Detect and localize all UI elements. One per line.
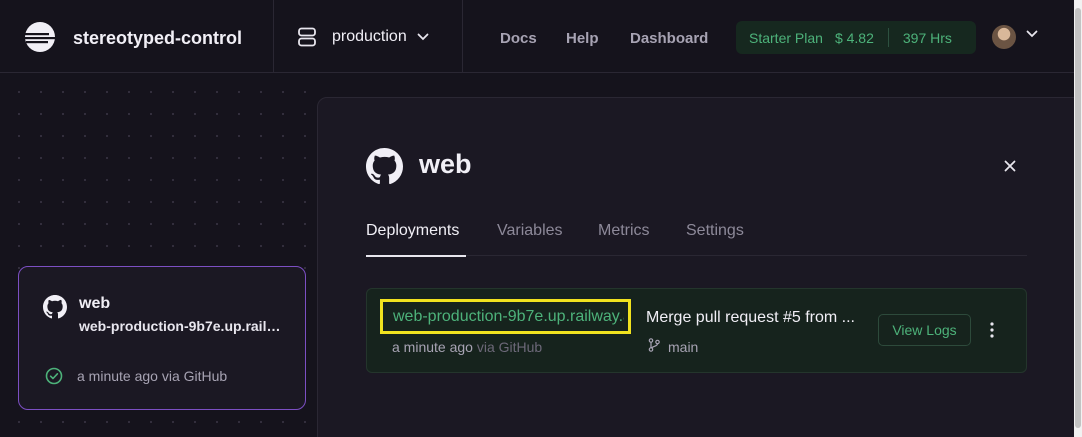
deployment-url-link[interactable]: web-production-9b7e.up.railway.app xyxy=(393,308,624,326)
github-icon xyxy=(43,295,67,319)
deployment-time: a minute ago via GitHub xyxy=(392,339,542,355)
divider xyxy=(462,0,463,73)
plan-cost: $ 4.82 xyxy=(834,29,874,46)
service-card-web[interactable]: web web-production-9b7e.up.railway.app a… xyxy=(18,266,306,410)
nav-docs-link[interactable]: Docs xyxy=(500,30,537,47)
deployment-source: via GitHub xyxy=(476,339,543,355)
divider xyxy=(273,0,274,73)
git-branch-icon xyxy=(648,338,660,352)
chevron-down-icon xyxy=(417,33,429,41)
tab-variables[interactable]: Variables xyxy=(497,222,563,240)
server-icon xyxy=(298,27,316,47)
service-name: web xyxy=(79,295,111,312)
panel-tabs: Deployments Variables Metrics Settings xyxy=(366,222,1027,257)
panel-title: web xyxy=(419,149,472,179)
service-status: a minute ago via GitHub xyxy=(77,368,228,384)
deployment-url-highlight: web-production-9b7e.up.railway.app xyxy=(380,299,631,334)
branch-name: main xyxy=(668,339,699,355)
service-panel: web Deployments Variables Metrics Settin… xyxy=(317,97,1077,437)
chevron-down-icon[interactable] xyxy=(1026,30,1038,38)
top-bar: stereotyped-control production Docs Help… xyxy=(0,0,1074,73)
project-name[interactable]: stereotyped-control xyxy=(73,28,242,49)
plan-name: Starter Plan xyxy=(749,29,823,46)
check-circle-icon xyxy=(45,367,63,385)
user-avatar[interactable] xyxy=(992,25,1016,49)
environment-switcher[interactable]: production xyxy=(298,26,429,48)
scrollbar-thumb[interactable] xyxy=(1075,8,1081,428)
plan-usage-badge[interactable]: Starter Plan $ 4.82 397 Hrs xyxy=(736,21,976,54)
divider xyxy=(887,28,889,47)
tab-deployments[interactable]: Deployments xyxy=(366,222,459,240)
commit-message: Merge pull request #5 from ... xyxy=(646,309,855,326)
deployment-row[interactable]: web-production-9b7e.up.railway.app a min… xyxy=(366,288,1027,373)
tab-metrics[interactable]: Metrics xyxy=(598,222,650,240)
environment-label: production xyxy=(332,28,407,45)
close-icon[interactable] xyxy=(1002,158,1018,174)
plan-hours: 397 Hrs xyxy=(902,29,952,46)
view-logs-button[interactable]: View Logs xyxy=(878,314,971,346)
github-icon xyxy=(366,148,403,185)
railway-logo-icon[interactable] xyxy=(24,21,56,53)
more-options-icon[interactable] xyxy=(988,320,996,340)
tab-settings[interactable]: Settings xyxy=(686,222,744,240)
deployment-time-value: a minute ago xyxy=(392,339,473,355)
nav-help-link[interactable]: Help xyxy=(566,30,599,47)
service-url: web-production-9b7e.up.railway.app xyxy=(79,318,284,334)
nav-dashboard-link[interactable]: Dashboard xyxy=(630,30,708,47)
active-tab-indicator xyxy=(366,255,466,257)
